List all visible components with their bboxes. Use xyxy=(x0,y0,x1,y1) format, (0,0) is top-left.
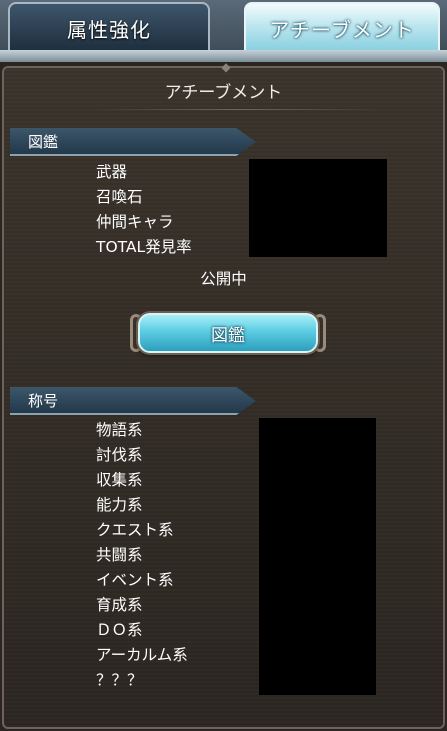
title-item-unknown: ？？？ xyxy=(96,671,143,689)
title-item-defeat: 討伐系 xyxy=(96,446,143,464)
title-item-collect: 収集系 xyxy=(96,471,143,489)
tab-attribute-enhance[interactable]: 属性強化 xyxy=(8,2,210,54)
tab-achievement[interactable]: アチーブメント xyxy=(244,2,440,54)
ornament-icon: ◆ xyxy=(221,60,231,74)
redacted-values-zukan xyxy=(249,159,387,257)
zukan-item-summons: 召喚石 xyxy=(96,188,143,206)
title-item-coop: 共闘系 xyxy=(96,546,143,564)
zukan-item-total-rate: TOTAL発見率 xyxy=(96,238,192,256)
section-header-zukan: 図鑑 xyxy=(10,128,256,156)
redacted-values-titles xyxy=(259,418,376,695)
zukan-button[interactable]: 図鑑 xyxy=(138,313,318,353)
title-item-story: 物語系 xyxy=(96,421,143,439)
title-divider xyxy=(94,109,384,110)
section-header-titles: 称号 xyxy=(10,387,256,415)
panel-title: アチーブメント xyxy=(164,83,283,103)
title-item-event: イベント系 xyxy=(96,571,174,589)
title-item-training: 育成系 xyxy=(96,596,143,614)
publish-status: 公開中 xyxy=(200,270,247,288)
zukan-item-characters: 仲間キャラ xyxy=(96,213,174,231)
title-item-arcarum: アーカルム系 xyxy=(96,646,188,664)
title-item-quest: クエスト系 xyxy=(96,521,174,539)
tab-bar: 属性強化 アチーブメント xyxy=(0,0,447,62)
title-item-ability: 能力系 xyxy=(96,496,143,514)
title-item-do: ＤＯ系 xyxy=(96,621,143,639)
zukan-item-weapons: 武器 xyxy=(96,163,128,181)
